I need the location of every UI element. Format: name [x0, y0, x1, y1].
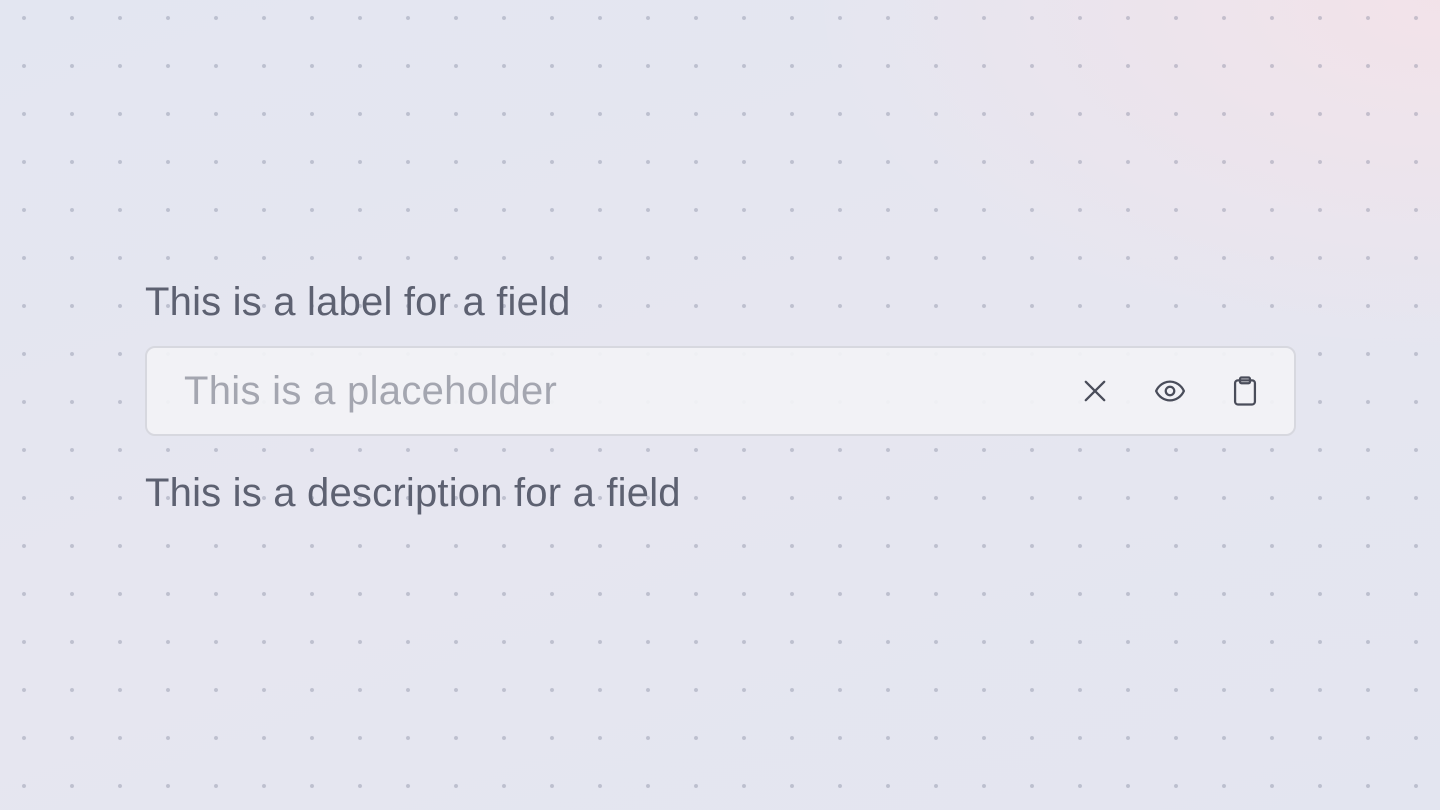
close-icon [1084, 380, 1106, 402]
clear-button[interactable] [1065, 361, 1125, 421]
field-label: This is a label for a field [145, 280, 571, 324]
eye-icon [1154, 380, 1186, 402]
clipboard-icon [1233, 376, 1257, 406]
field-description: This is a description for a field [145, 471, 681, 515]
paste-button[interactable] [1215, 361, 1275, 421]
text-input[interactable] [147, 348, 1050, 434]
input-container [145, 346, 1296, 436]
text-field-group: This is a label for a field This is a de… [145, 278, 1296, 517]
toggle-visibility-button[interactable] [1140, 361, 1200, 421]
